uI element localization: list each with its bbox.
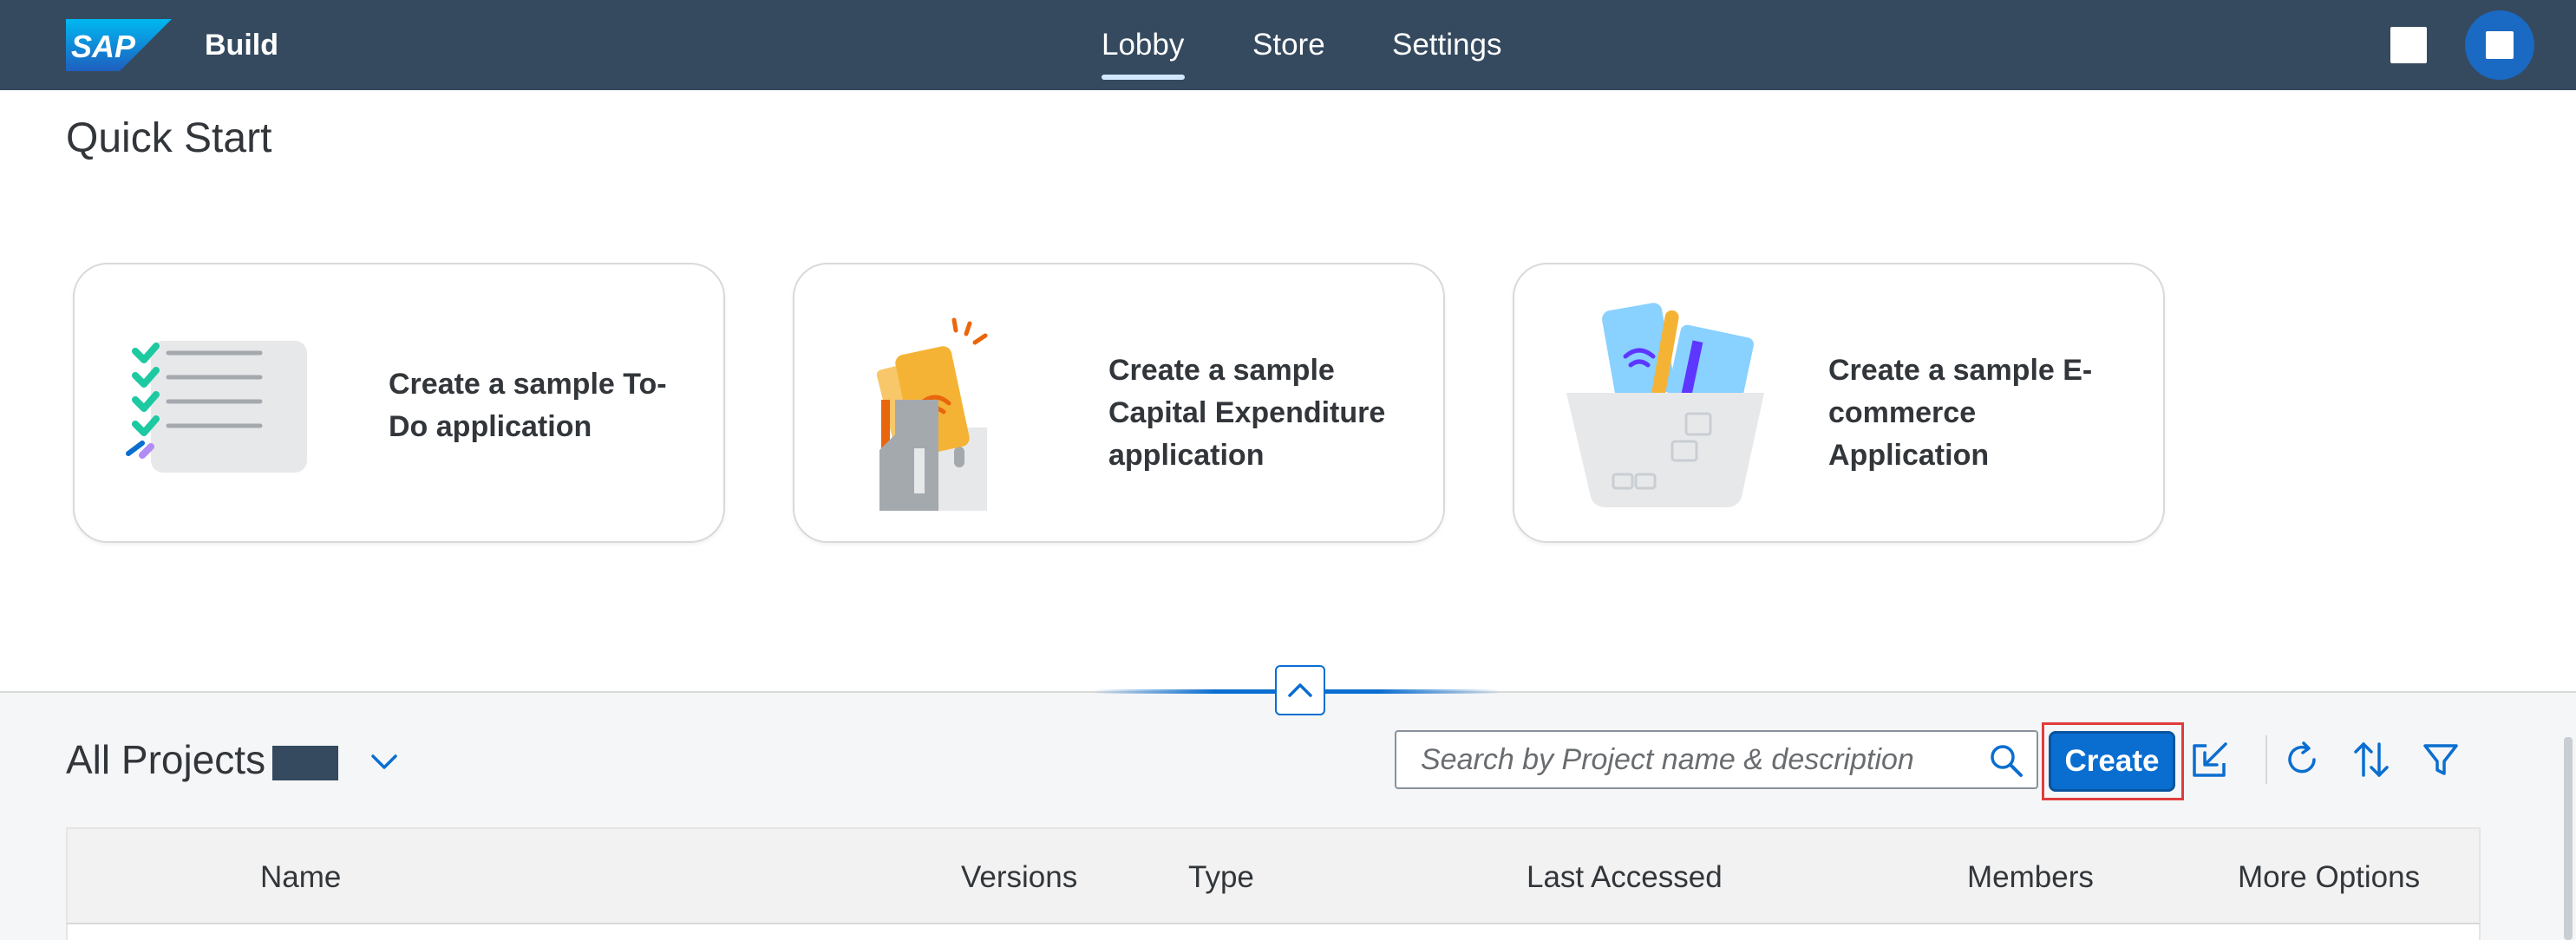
tab-settings[interactable]: Settings bbox=[1392, 24, 1501, 66]
collapse-quick-start-button[interactable] bbox=[1275, 665, 1325, 715]
card-ecommerce-label: Create a sample E- commerce Application bbox=[1828, 349, 2092, 477]
projects-table-header: Name Versions Type Last Accessed Members… bbox=[66, 827, 2481, 924]
toolbar-separator bbox=[2265, 735, 2267, 784]
shell-bar: SAP Build Lobby Store Settings bbox=[0, 0, 2576, 90]
card-ecommerce-line-3: Application bbox=[1828, 439, 1990, 472]
card-capex-line-3: application bbox=[1108, 439, 1265, 472]
notifications-button[interactable] bbox=[2390, 27, 2427, 63]
column-header-more-options[interactable]: More Options bbox=[2238, 857, 2420, 898]
quickstart-card-todo[interactable]: Create a sample To- Do application bbox=[73, 263, 725, 543]
capex-building-phone-illustration-icon bbox=[876, 317, 988, 511]
product-name: Build bbox=[205, 29, 278, 62]
column-header-type[interactable]: Type bbox=[1188, 857, 1254, 898]
column-header-last-accessed[interactable]: Last Accessed bbox=[1527, 857, 1723, 898]
projects-table-body bbox=[66, 924, 2481, 940]
chevron-down-icon[interactable] bbox=[364, 742, 404, 782]
column-header-members[interactable]: Members bbox=[1967, 857, 2094, 898]
logo-text: SAP bbox=[71, 29, 136, 64]
create-button[interactable]: Create bbox=[2049, 731, 2175, 792]
tab-store[interactable]: Store bbox=[1252, 24, 1325, 66]
tab-lobby-selected-indicator bbox=[1102, 75, 1185, 80]
quick-start-title: Quick Start bbox=[66, 115, 272, 161]
project-search-field[interactable] bbox=[1395, 730, 2038, 789]
quickstart-card-ecommerce[interactable]: Create a sample E- commerce Application bbox=[1513, 263, 2165, 543]
page-scrollbar[interactable] bbox=[2564, 737, 2573, 940]
column-header-versions[interactable]: Versions bbox=[961, 857, 1077, 898]
user-avatar[interactable] bbox=[2465, 10, 2534, 80]
card-capex-label: Create a sample Capital Expenditure appl… bbox=[1108, 349, 1385, 477]
column-header-name[interactable]: Name bbox=[260, 857, 341, 898]
project-count-badge bbox=[272, 746, 338, 780]
refresh-icon[interactable] bbox=[2281, 739, 2323, 780]
card-ecommerce-line-2: commerce bbox=[1828, 396, 1977, 429]
card-ecommerce-line-1: Create a sample E- bbox=[1828, 354, 2093, 387]
sort-icon[interactable] bbox=[2350, 739, 2392, 780]
import-icon[interactable] bbox=[2189, 739, 2231, 780]
card-capex-line-1: Create a sample bbox=[1108, 354, 1335, 387]
card-todo-label: Create a sample To- Do application bbox=[389, 363, 667, 448]
card-capex-line-2: Capital Expenditure bbox=[1108, 396, 1386, 429]
filter-icon[interactable] bbox=[2420, 739, 2462, 780]
shopping-basket-illustration-icon bbox=[1566, 303, 1764, 507]
search-input[interactable] bbox=[1396, 732, 1976, 787]
card-todo-line-2: Do application bbox=[389, 410, 592, 443]
all-projects-title: All Projects bbox=[66, 737, 266, 782]
chevron-up-icon bbox=[1288, 683, 1312, 697]
tab-lobby[interactable]: Lobby bbox=[1102, 24, 1184, 66]
card-todo-line-1: Create a sample To- bbox=[389, 368, 667, 401]
avatar-placeholder-icon bbox=[2486, 31, 2514, 59]
sap-logo[interactable]: SAP bbox=[66, 19, 172, 71]
todo-list-illustration-icon bbox=[126, 341, 307, 473]
quickstart-card-capex[interactable]: Create a sample Capital Expenditure appl… bbox=[793, 263, 1445, 543]
search-icon[interactable] bbox=[1988, 742, 2024, 779]
